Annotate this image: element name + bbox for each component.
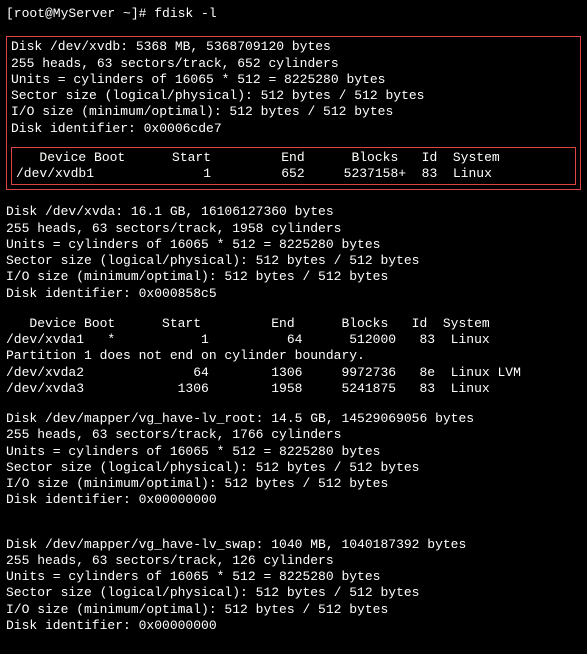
disk-io-size: I/O size (minimum/optimal): 512 bytes / …	[6, 269, 581, 285]
disk-block-xvda: Disk /dev/xvda: 16.1 GB, 16106127360 byt…	[6, 204, 581, 397]
disk-units: Units = cylinders of 16065 * 512 = 82252…	[6, 237, 581, 253]
disk-geometry: 255 heads, 63 sectors/track, 1766 cylind…	[6, 427, 581, 443]
disk-geometry: 255 heads, 63 sectors/track, 652 cylinde…	[11, 56, 576, 72]
disk-identifier: Disk identifier: 0x000858c5	[6, 286, 581, 302]
disk-sector-size: Sector size (logical/physical): 512 byte…	[6, 253, 581, 269]
disk-header: Disk /dev/xvdb: 5368 MB, 5368709120 byte…	[11, 39, 576, 55]
shell-prompt: [root@MyServer ~]# fdisk -l	[6, 6, 581, 22]
disk-sector-size: Sector size (logical/physical): 512 byte…	[11, 88, 576, 104]
disk-io-size: I/O size (minimum/optimal): 512 bytes / …	[11, 104, 576, 120]
disk-header: Disk /dev/mapper/vg_have-lv_root: 14.5 G…	[6, 411, 581, 427]
disk-sector-size: Sector size (logical/physical): 512 byte…	[6, 460, 581, 476]
disk-identifier: Disk identifier: 0x00000000	[6, 492, 581, 508]
disk-identifier: Disk identifier: 0x0006cde7	[11, 121, 576, 137]
partition-row: /dev/xvdb1 1 652 5237158+ 83 Linux	[16, 166, 571, 182]
disk-block-lv-root: Disk /dev/mapper/vg_have-lv_root: 14.5 G…	[6, 411, 581, 509]
disk-units: Units = cylinders of 16065 * 512 = 82252…	[6, 444, 581, 460]
disk-geometry: 255 heads, 63 sectors/track, 126 cylinde…	[6, 553, 581, 569]
disk-io-size: I/O size (minimum/optimal): 512 bytes / …	[6, 476, 581, 492]
partition-warning: Partition 1 does not end on cylinder bou…	[6, 348, 581, 364]
disk-header: Disk /dev/xvda: 16.1 GB, 16106127360 byt…	[6, 204, 581, 220]
disk-identifier: Disk identifier: 0x00000000	[6, 618, 581, 634]
disk-io-size: I/O size (minimum/optimal): 512 bytes / …	[6, 602, 581, 618]
partition-table-header: Device Boot Start End Blocks Id System	[16, 150, 571, 166]
disk-geometry: 255 heads, 63 sectors/track, 1958 cylind…	[6, 221, 581, 237]
disk-header: Disk /dev/mapper/vg_have-lv_swap: 1040 M…	[6, 537, 581, 553]
highlight-box-disk-xvdb: Disk /dev/xvdb: 5368 MB, 5368709120 byte…	[6, 36, 581, 190]
disk-units: Units = cylinders of 16065 * 512 = 82252…	[6, 569, 581, 585]
partition-row: /dev/xvda2 64 1306 9972736 8e Linux LVM	[6, 365, 581, 381]
partition-row: /dev/xvda1 * 1 64 512000 83 Linux	[6, 332, 581, 348]
disk-sector-size: Sector size (logical/physical): 512 byte…	[6, 585, 581, 601]
partition-table-header: Device Boot Start End Blocks Id System	[6, 316, 581, 332]
highlight-box-partition-table: Device Boot Start End Blocks Id System /…	[11, 147, 576, 186]
disk-units: Units = cylinders of 16065 * 512 = 82252…	[11, 72, 576, 88]
disk-block-lv-swap: Disk /dev/mapper/vg_have-lv_swap: 1040 M…	[6, 537, 581, 635]
partition-row: /dev/xvda3 1306 1958 5241875 83 Linux	[6, 381, 581, 397]
